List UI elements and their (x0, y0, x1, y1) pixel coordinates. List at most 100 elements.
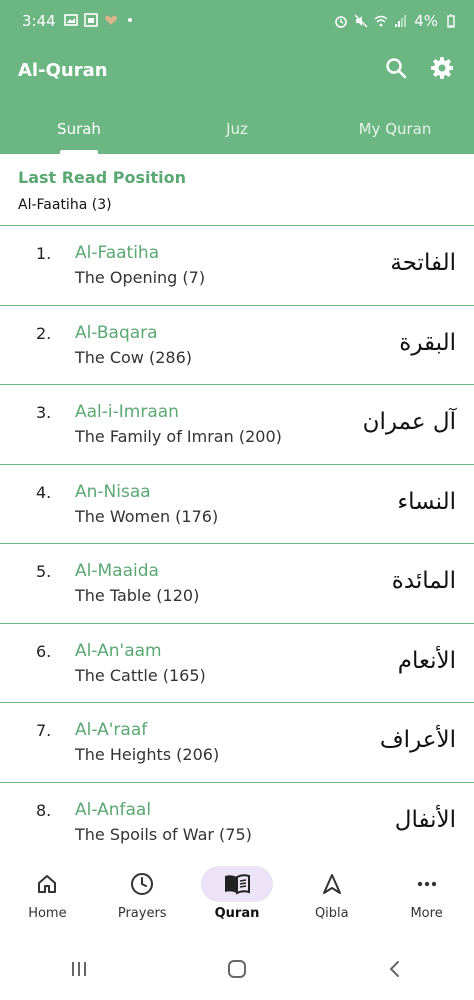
surah-number: 4. (36, 482, 52, 502)
back-button[interactable] (375, 949, 415, 989)
settings-icon (431, 57, 453, 79)
app-title: Al-Quran (18, 60, 108, 81)
gallery-icon (64, 14, 78, 26)
status-left-icons (64, 13, 132, 27)
surah-number: 7. (36, 721, 52, 740)
list-item[interactable]: 7. Al-A'raaf The Heights (206) الأعراف (0, 703, 474, 783)
tab-label: My Quran (358, 120, 432, 138)
nav-quran[interactable]: Quran (190, 856, 285, 938)
clock-icon (131, 873, 154, 895)
battery-icon (447, 14, 455, 28)
tab-juz[interactable]: Juz (158, 108, 316, 154)
surah-name: Al-Faatiha (75, 243, 160, 263)
recents-icon (72, 962, 86, 976)
surah-name: Al-Anfaal (75, 799, 152, 820)
dot-icon (128, 18, 132, 22)
mute-icon (354, 14, 368, 28)
recents-button[interactable] (59, 949, 99, 989)
settings-button[interactable] (428, 54, 456, 82)
surah-name: Al-An'aam (75, 640, 162, 661)
surah-arabic-name: البقرة (399, 329, 456, 356)
system-nav-bar (0, 938, 474, 1000)
nav-label: Prayers (117, 906, 167, 921)
last-read-value: Al-Faatiha (3) (18, 197, 112, 213)
list-item[interactable]: 6. Al-An'aam The Cattle (165) الأنعام (0, 624, 474, 703)
surah-number: 3. (36, 403, 52, 422)
surah-arabic-name: الأنفال (394, 806, 456, 833)
status-right-icons: 4% (334, 12, 458, 30)
nav-label: Home (28, 906, 67, 921)
bottom-nav: Home Prayers Quran Qibla More (0, 856, 474, 938)
surah-arabic-name: الأعراف (379, 727, 456, 753)
surah-meaning: The Women (176) (75, 506, 219, 526)
tab-label: Juz (226, 120, 248, 138)
last-read-title: Last Read Position (18, 168, 186, 187)
nav-label: Quran (214, 906, 260, 921)
tab-surah[interactable]: Surah (0, 108, 158, 154)
compass-arrow-icon (322, 874, 341, 894)
search-icon (386, 58, 407, 79)
surah-name: An-Nisaa (75, 481, 151, 502)
surah-arabic-name: آل عمران (362, 409, 456, 435)
nav-home[interactable]: Home (0, 856, 95, 938)
wifi-icon (374, 15, 388, 27)
surah-list[interactable]: 1. Al-Faatiha The Opening (7) الفاتحة 2.… (0, 226, 474, 856)
last-read-card[interactable]: Last Read Position Al-Faatiha (3) (0, 154, 474, 226)
surah-arabic-name: الفاتحة (390, 250, 456, 276)
nav-label: Qibla (314, 906, 349, 921)
surah-meaning: The Heights (206) (75, 745, 220, 764)
home-icon (38, 875, 57, 893)
list-item[interactable]: 8. Al-Anfaal The Spoils of War (75) الأن… (0, 783, 474, 857)
battery-percent: 4% (414, 12, 438, 30)
surah-name: Al-Maaida (75, 561, 159, 581)
surah-number: 5. (36, 562, 52, 581)
tab-label: Surah (57, 120, 101, 138)
nav-prayers[interactable]: Prayers (95, 856, 190, 938)
nav-icon-wrap (296, 866, 368, 902)
home-system-button[interactable] (217, 949, 257, 989)
nav-icon-wrap (11, 866, 83, 902)
surah-arabic-name: النساء (397, 488, 456, 515)
list-item[interactable]: 4. An-Nisaa The Women (176) النساء (0, 465, 474, 544)
search-button[interactable] (382, 54, 410, 82)
home-circle-icon (228, 960, 246, 978)
list-item[interactable]: 1. Al-Faatiha The Opening (7) الفاتحة (0, 226, 474, 306)
app-bar: Al-Quran Surah Juz My Quran (0, 44, 474, 154)
nav-icon-wrap (391, 866, 463, 902)
nav-icon-wrap (106, 866, 178, 902)
signal-icon (395, 15, 407, 27)
nav-label: More (410, 906, 443, 921)
list-item[interactable]: 3. Aal-i-Imraan The Family of Imran (200… (0, 385, 474, 465)
surah-name: Al-A'raaf (75, 720, 148, 740)
status-time: 3:44 (22, 12, 56, 30)
back-chevron-icon (389, 961, 399, 977)
image-icon (84, 13, 98, 27)
more-icon (417, 881, 436, 887)
list-item[interactable]: 2. Al-Baqara The Cow (286) البقرة (0, 306, 474, 385)
surah-name: Aal-i-Imraan (75, 402, 179, 422)
app-actions (382, 54, 456, 82)
surah-name: Al-Baqara (75, 322, 158, 343)
surah-meaning: The Cattle (165) (75, 665, 206, 685)
heart-icon (105, 15, 117, 25)
nav-qibla[interactable]: Qibla (284, 856, 379, 938)
surah-meaning: The Table (120) (75, 586, 200, 605)
surah-arabic-name: المائدة (391, 568, 456, 594)
surah-number: 8. (36, 800, 52, 820)
surah-number: 2. (36, 323, 52, 343)
status-bar: 3:44 4% (0, 0, 474, 44)
surah-meaning: The Cow (286) (75, 347, 192, 367)
alarm-icon (335, 16, 348, 28)
surah-meaning: The Spoils of War (75) (75, 824, 252, 844)
book-icon (224, 874, 250, 895)
tab-my-quran[interactable]: My Quran (316, 108, 474, 154)
surah-meaning: The Opening (7) (75, 268, 206, 287)
surah-meaning: The Family of Imran (200) (75, 427, 282, 446)
list-item[interactable]: 5. Al-Maaida The Table (120) المائدة (0, 544, 474, 624)
tab-bar: Surah Juz My Quran (0, 108, 474, 154)
nav-icon-wrap (200, 866, 273, 902)
surah-number: 1. (36, 244, 52, 263)
surah-number: 6. (36, 641, 52, 661)
nav-more[interactable]: More (379, 856, 474, 938)
surah-arabic-name: الأنعام (397, 647, 456, 674)
